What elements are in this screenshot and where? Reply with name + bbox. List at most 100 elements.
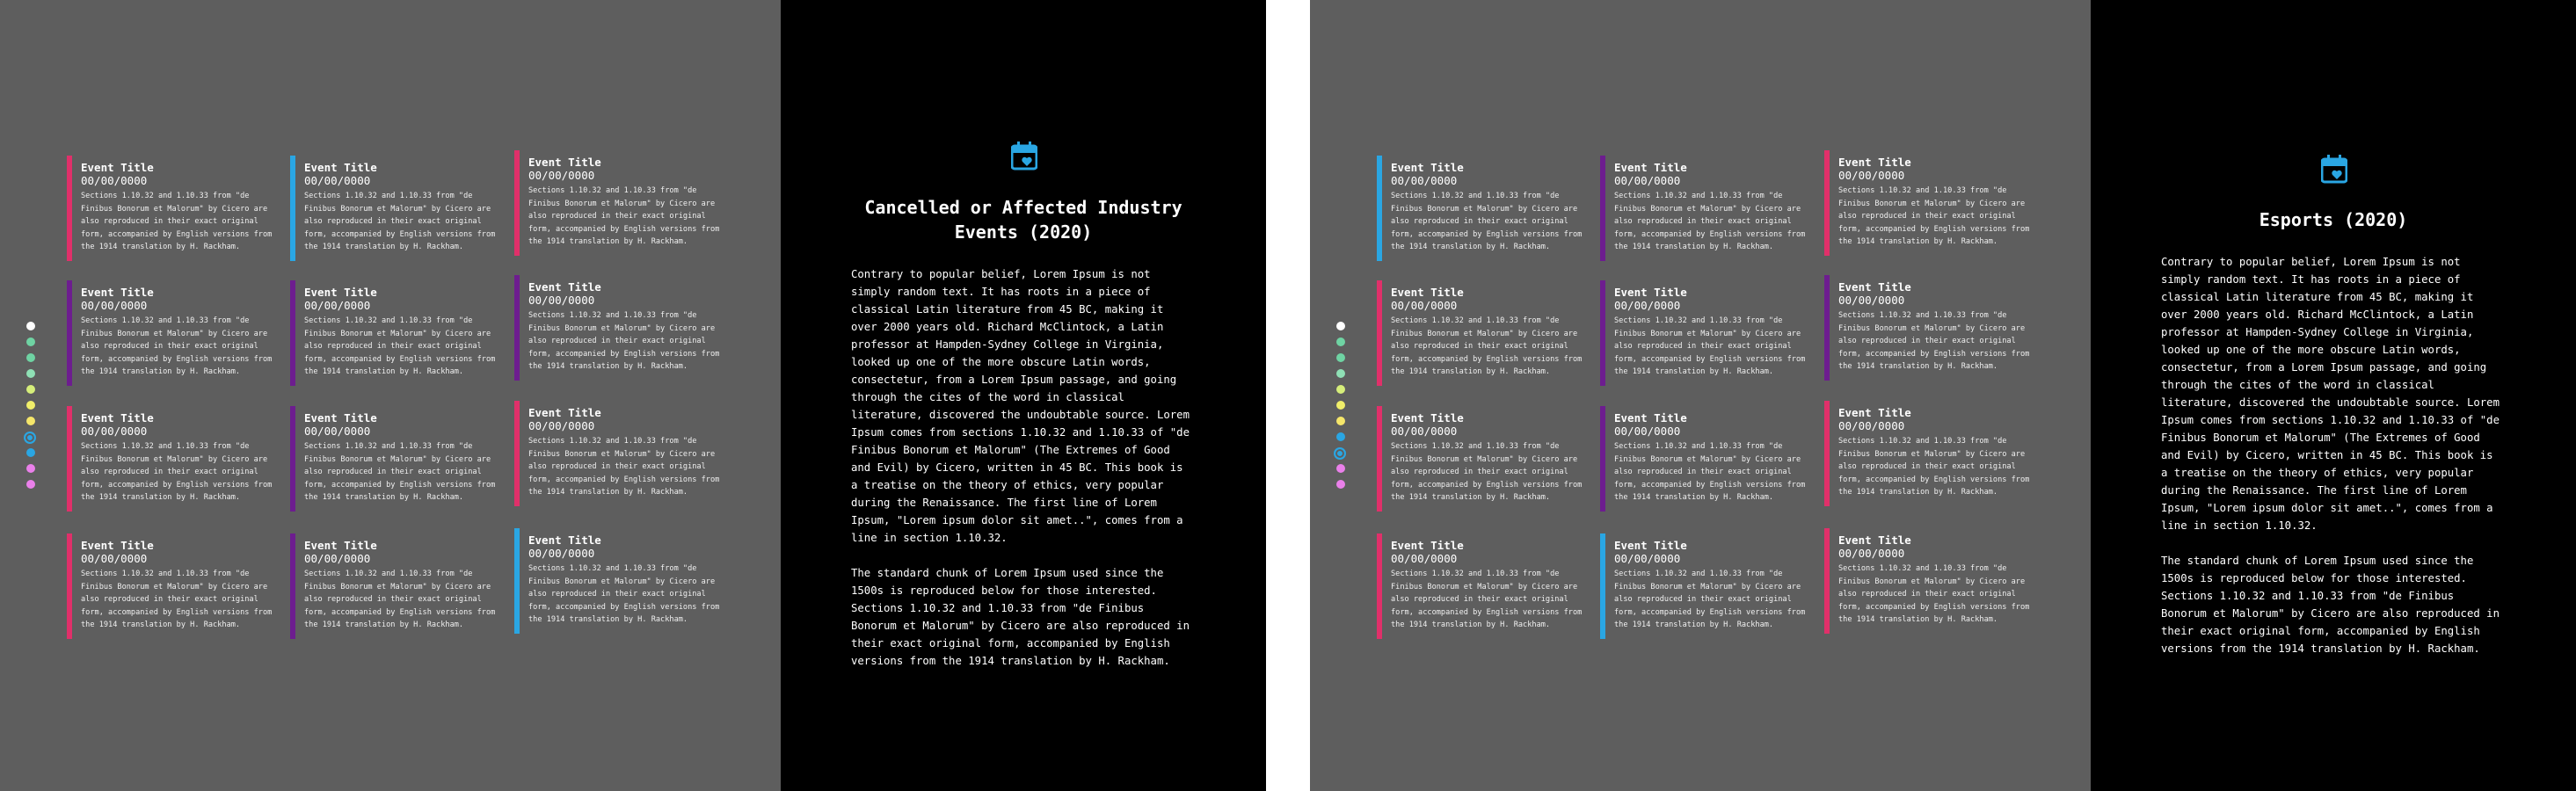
event-card[interactable]: Event Title 00/00/0000 Sections 1.10.32 an… bbox=[1377, 156, 1582, 261]
event-card[interactable]: Event Title 00/00/0000 Sections 1.10.32 an… bbox=[67, 406, 272, 512]
timeline-dot[interactable] bbox=[26, 385, 35, 394]
event-date: 00/00/0000 bbox=[1838, 294, 1905, 307]
event-date: 00/00/0000 bbox=[1614, 552, 1681, 565]
event-card[interactable]: Event Title 00/00/0000 Sections 1.10.32 an… bbox=[1600, 156, 1805, 261]
event-description: Sections 1.10.32 and 1.10.33 from "de Fi… bbox=[304, 442, 496, 503]
event-detail-panel: Cancelled or Affected Industry Events (2… bbox=[781, 0, 1266, 791]
timeline-dot[interactable] bbox=[26, 448, 35, 457]
detail-paragraph: Contrary to popular belief, Lorem Ipsum … bbox=[851, 268, 1190, 544]
event-title: Event Title bbox=[1838, 533, 1911, 547]
event-description: Sections 1.10.32 and 1.10.33 from "de Fi… bbox=[1614, 570, 1806, 630]
event-date: 00/00/0000 bbox=[1391, 552, 1458, 565]
event-description: Sections 1.10.32 and 1.10.33 from "de Fi… bbox=[81, 192, 273, 252]
event-card[interactable]: Event Title 00/00/0000 Sections 1.10.32 an… bbox=[290, 280, 495, 386]
event-date: 00/00/0000 bbox=[1838, 419, 1905, 432]
event-date: 00/00/0000 bbox=[1838, 169, 1905, 182]
event-card[interactable]: Event Title 00/00/0000 Sections 1.10.32 an… bbox=[290, 156, 495, 261]
event-title: Event Title bbox=[1614, 161, 1687, 174]
timeline-dot[interactable] bbox=[1336, 322, 1345, 330]
timeline-dot[interactable] bbox=[1336, 337, 1345, 346]
timeline-dot[interactable] bbox=[26, 322, 35, 330]
event-title: Event Title bbox=[528, 280, 601, 294]
event-detail-body: Contrary to popular belief, Lorem Ipsum … bbox=[2161, 253, 2506, 675]
event-card[interactable]: Event Title 00/00/0000 Sections 1.10.32 an… bbox=[67, 156, 272, 261]
event-date: 00/00/0000 bbox=[81, 552, 148, 565]
timeline-dot[interactable] bbox=[1334, 447, 1346, 460]
event-title: Event Title bbox=[304, 286, 377, 299]
event-title: Event Title bbox=[304, 411, 377, 425]
event-card[interactable]: Event Title 00/00/0000 Sections 1.10.32 an… bbox=[1377, 533, 1582, 639]
event-card[interactable]: Event Title 00/00/0000 Sections 1.10.32 an… bbox=[514, 150, 719, 256]
event-card[interactable]: Event Title 00/00/0000 Sections 1.10.32 an… bbox=[514, 401, 719, 506]
event-card[interactable]: Event Title 00/00/0000 Sections 1.10.32 an… bbox=[1377, 280, 1582, 386]
timeline-dot[interactable] bbox=[1336, 401, 1345, 410]
event-date: 00/00/0000 bbox=[528, 169, 595, 182]
event-title: Event Title bbox=[1614, 411, 1687, 425]
event-date: 00/00/0000 bbox=[1838, 547, 1905, 560]
event-card[interactable]: Event Title 00/00/0000 Sections 1.10.32 an… bbox=[514, 528, 719, 634]
event-detail-title: Esports (2020) bbox=[2259, 209, 2408, 230]
event-card[interactable]: Event Title 00/00/0000 Sections 1.10.32 an… bbox=[67, 280, 272, 386]
event-date: 00/00/0000 bbox=[528, 547, 595, 560]
event-description: Sections 1.10.32 and 1.10.33 from "de Fi… bbox=[1614, 316, 1806, 377]
event-date: 00/00/0000 bbox=[1614, 174, 1681, 187]
event-card[interactable]: Event Title 00/00/0000 Sections 1.10.32 an… bbox=[1600, 406, 1805, 512]
event-card[interactable]: Event Title 00/00/0000 Sections 1.10.32 an… bbox=[1824, 528, 2029, 634]
timeline-dot[interactable] bbox=[1336, 417, 1345, 425]
event-date: 00/00/0000 bbox=[81, 425, 148, 438]
event-description: Sections 1.10.32 and 1.10.33 from "de Fi… bbox=[528, 564, 720, 625]
timeline-dot[interactable] bbox=[1336, 480, 1345, 489]
timeline-dot[interactable] bbox=[26, 401, 35, 410]
event-description: Sections 1.10.32 and 1.10.33 from "de Fi… bbox=[1391, 442, 1583, 503]
event-card[interactable]: Event Title 00/00/0000 Sections 1.10.32 an… bbox=[1824, 150, 2029, 256]
event-description: Sections 1.10.32 and 1.10.33 from "de Fi… bbox=[1838, 311, 2030, 372]
event-card[interactable]: Event Title 00/00/0000 Sections 1.10.32 an… bbox=[1600, 533, 1805, 639]
timeline-dot[interactable] bbox=[26, 337, 35, 346]
timeline-dot[interactable] bbox=[1336, 464, 1345, 473]
event-card[interactable]: Event Title 00/00/0000 Sections 1.10.32 an… bbox=[290, 406, 495, 512]
event-description: Sections 1.10.32 and 1.10.33 from "de Fi… bbox=[1838, 564, 2030, 625]
event-title: Event Title bbox=[1391, 161, 1464, 174]
event-description: Sections 1.10.32 and 1.10.33 from "de Fi… bbox=[304, 316, 496, 377]
event-card[interactable]: Event Title 00/00/0000 Sections 1.10.32 an… bbox=[1824, 275, 2029, 381]
event-date: 00/00/0000 bbox=[1391, 174, 1458, 187]
timeline-dot[interactable] bbox=[1336, 369, 1345, 378]
event-title: Event Title bbox=[528, 533, 601, 547]
event-description: Sections 1.10.32 and 1.10.33 from "de Fi… bbox=[528, 186, 720, 247]
event-title: Event Title bbox=[1391, 539, 1464, 552]
event-card[interactable]: Event Title 00/00/0000 Sections 1.10.32 an… bbox=[1824, 401, 2029, 506]
event-detail-body: Contrary to popular belief, Lorem Ipsum … bbox=[851, 265, 1196, 687]
event-grid-panel: Event Title 00/00/0000 Sections 1.10.32 an… bbox=[1310, 0, 2091, 791]
event-description: Sections 1.10.32 and 1.10.33 from "de Fi… bbox=[528, 437, 720, 497]
event-card[interactable]: Event Title 00/00/0000 Sections 1.10.32 an… bbox=[514, 275, 719, 381]
timeline-dot[interactable] bbox=[26, 417, 35, 425]
event-date: 00/00/0000 bbox=[1391, 299, 1458, 312]
calendar-heart-icon bbox=[1011, 142, 1037, 171]
event-card[interactable]: Event Title 00/00/0000 Sections 1.10.32 an… bbox=[1600, 280, 1805, 386]
event-date: 00/00/0000 bbox=[304, 299, 371, 312]
event-description: Sections 1.10.32 and 1.10.33 from "de Fi… bbox=[1838, 437, 2030, 497]
timeline-dot[interactable] bbox=[24, 432, 36, 444]
event-title: Event Title bbox=[1614, 539, 1687, 552]
timeline-dot[interactable] bbox=[26, 369, 35, 378]
event-title: Event Title bbox=[1838, 406, 1911, 419]
event-description: Sections 1.10.32 and 1.10.33 from "de Fi… bbox=[1614, 442, 1806, 503]
timeline-dot[interactable] bbox=[1336, 353, 1345, 362]
event-description: Sections 1.10.32 and 1.10.33 from "de Fi… bbox=[81, 442, 273, 503]
timeline-dot[interactable] bbox=[1336, 385, 1345, 394]
timeline-dot[interactable] bbox=[1336, 432, 1345, 441]
event-date: 00/00/0000 bbox=[304, 174, 371, 187]
event-title: Event Title bbox=[1614, 286, 1687, 299]
timeline-dot[interactable] bbox=[26, 353, 35, 362]
event-card[interactable]: Event Title 00/00/0000 Sections 1.10.32 an… bbox=[290, 533, 495, 639]
event-card[interactable]: Event Title 00/00/0000 Sections 1.10.32 an… bbox=[1377, 406, 1582, 512]
timeline-dot[interactable] bbox=[26, 480, 35, 489]
event-title: Event Title bbox=[81, 411, 154, 425]
event-description: Sections 1.10.32 and 1.10.33 from "de Fi… bbox=[528, 311, 720, 372]
timeline-dot[interactable] bbox=[26, 464, 35, 473]
event-card[interactable]: Event Title 00/00/0000 Sections 1.10.32 an… bbox=[67, 533, 272, 639]
event-description: Sections 1.10.32 and 1.10.33 from "de Fi… bbox=[304, 192, 496, 252]
detail-paragraph: The standard chunk of Lorem Ipsum used s… bbox=[2161, 555, 2500, 655]
event-title: Event Title bbox=[304, 161, 377, 174]
event-title: Event Title bbox=[1391, 411, 1464, 425]
